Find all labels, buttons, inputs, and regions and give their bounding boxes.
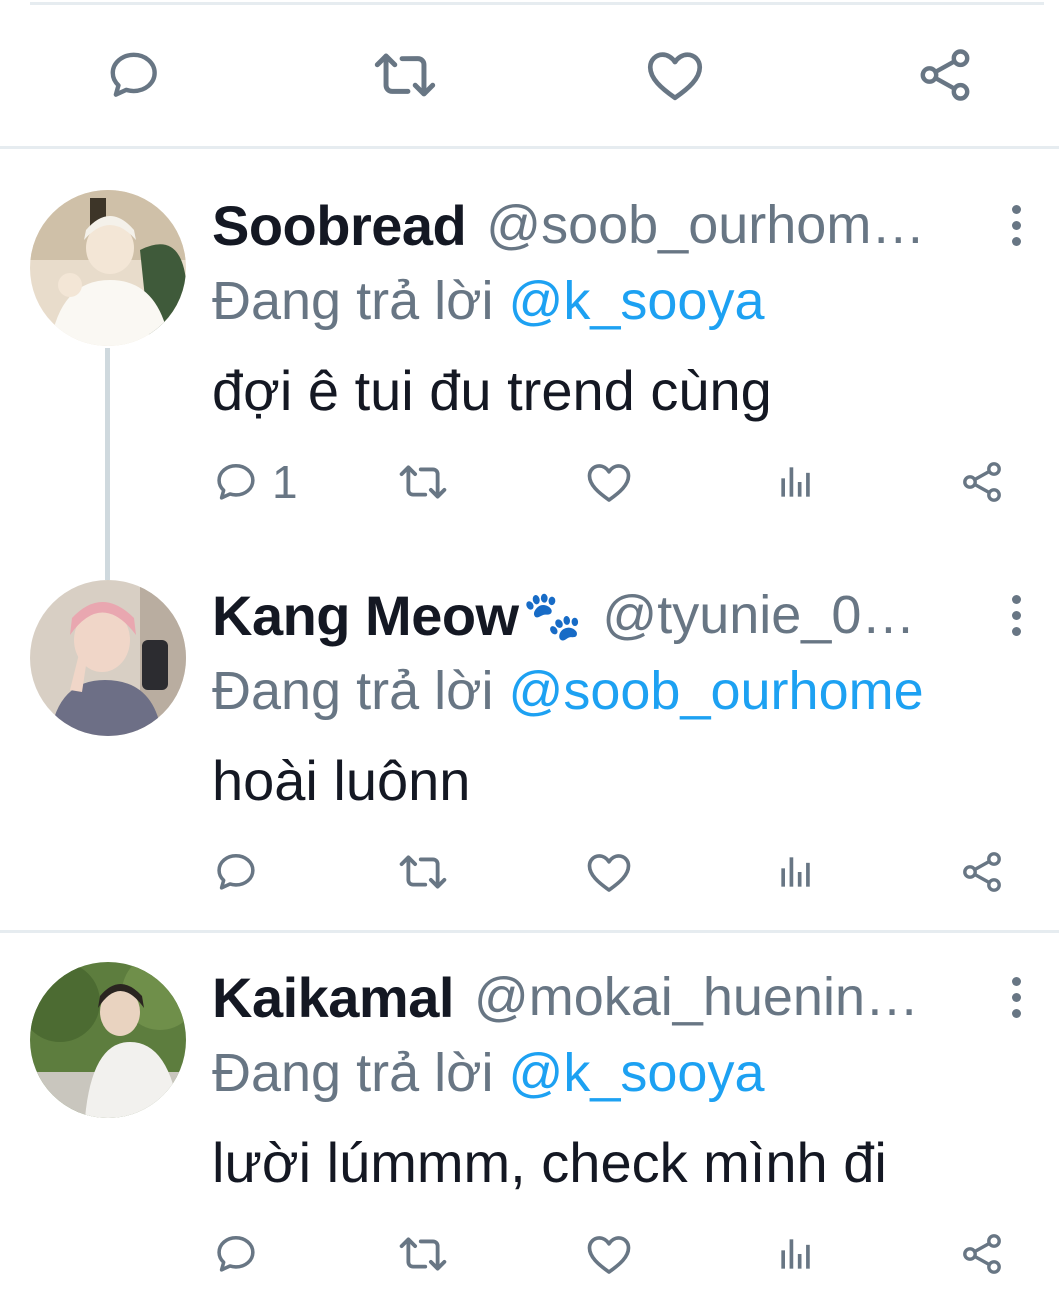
dot [1011,594,1021,604]
share-icon [958,848,1006,896]
display-name[interactable]: Kaikamal [212,965,454,1030]
reply-button[interactable]: 1 [212,452,298,512]
dot [1011,204,1021,214]
mention-link[interactable]: @k_sooya [509,1043,765,1103]
share-icon [914,44,976,106]
share-button[interactable] [958,1224,1006,1284]
avatar[interactable] [30,580,186,736]
user-handle[interactable]: @tyunie_0… [602,584,915,646]
tweet-text: lười lúmmm, check mình đi [212,1131,887,1194]
replying-prefix: Đang trả lời [212,1043,494,1103]
more-options-button[interactable] [996,970,1036,1024]
avatar[interactable] [30,190,186,346]
retweet-icon [396,845,450,899]
dot [1011,992,1021,1002]
reply-count: 1 [272,456,298,508]
top-divider [30,2,1044,5]
main-tweet-actions [0,40,1059,110]
dot [1011,1008,1021,1018]
retweet-button[interactable] [370,40,440,110]
analytics-button[interactable] [774,452,818,512]
paw-prints-emoji: 🐾 [522,589,583,643]
share-button[interactable] [910,40,980,110]
mention-link[interactable]: @k_sooya [509,271,765,331]
replying-prefix: Đang trả lời [212,271,494,331]
more-options-button[interactable] [996,588,1036,642]
speech-bubble-icon [212,847,262,897]
more-options-button[interactable] [996,198,1036,252]
share-button[interactable] [958,842,1006,902]
stats-icon [774,1232,818,1276]
like-button[interactable] [583,1224,635,1284]
tweet-text: hoài luônn [212,749,471,812]
tweet-header: Kang Meow 🐾 @tyunie_0… [212,580,982,650]
heart-icon [642,42,708,108]
display-name[interactable]: Kang Meow [212,583,519,648]
retweet-button[interactable] [396,842,450,902]
section-divider [0,146,1059,149]
heart-icon [583,1228,635,1280]
retweet-icon [370,40,440,110]
tweet-actions [0,842,1059,902]
tweet-actions [0,1224,1059,1284]
replying-to: Đang trả lời @soob_ourhome [212,660,924,722]
mention-link[interactable]: @soob_ourhome [509,661,924,721]
reply-button[interactable] [100,40,170,110]
dot [1011,976,1021,986]
like-button[interactable] [583,842,635,902]
like-button[interactable] [640,40,710,110]
dot [1011,220,1021,230]
share-icon [958,458,1006,506]
retweet-icon [396,455,450,509]
speech-bubble-icon [104,44,166,106]
retweet-button[interactable] [396,452,450,512]
tweet-header: Kaikamal @mokai_huenin… [212,962,982,1032]
tweet-text: đợi ê tui đu trend cùng [212,359,772,422]
speech-bubble-icon [212,1229,262,1279]
display-name[interactable]: Soobread [212,193,467,258]
dot [1011,236,1021,246]
heart-icon [583,846,635,898]
replying-to: Đang trả lời @k_sooya [212,1042,765,1104]
heart-icon [583,456,635,508]
speech-bubble-icon [212,457,262,507]
reply-button[interactable] [212,842,272,902]
analytics-button[interactable] [774,842,818,902]
tweet-header: Soobread @soob_ourhom… [212,190,982,260]
dot [1011,626,1021,636]
replying-prefix: Đang trả lời [212,661,494,721]
replying-to: Đang trả lời @k_sooya [212,270,765,332]
share-button[interactable] [958,452,1006,512]
retweet-icon [396,1227,450,1281]
user-handle[interactable]: @mokai_huenin… [474,966,919,1028]
dot [1011,610,1021,620]
like-button[interactable] [583,452,635,512]
reply-button[interactable] [212,1224,272,1284]
tweet-actions: 1 [0,452,1059,512]
analytics-button[interactable] [774,1224,818,1284]
avatar[interactable] [30,962,186,1118]
retweet-button[interactable] [396,1224,450,1284]
stats-icon [774,460,818,504]
share-icon [958,1230,1006,1278]
user-handle[interactable]: @soob_ourhom… [486,194,925,256]
section-divider [0,930,1059,933]
stats-icon [774,850,818,894]
